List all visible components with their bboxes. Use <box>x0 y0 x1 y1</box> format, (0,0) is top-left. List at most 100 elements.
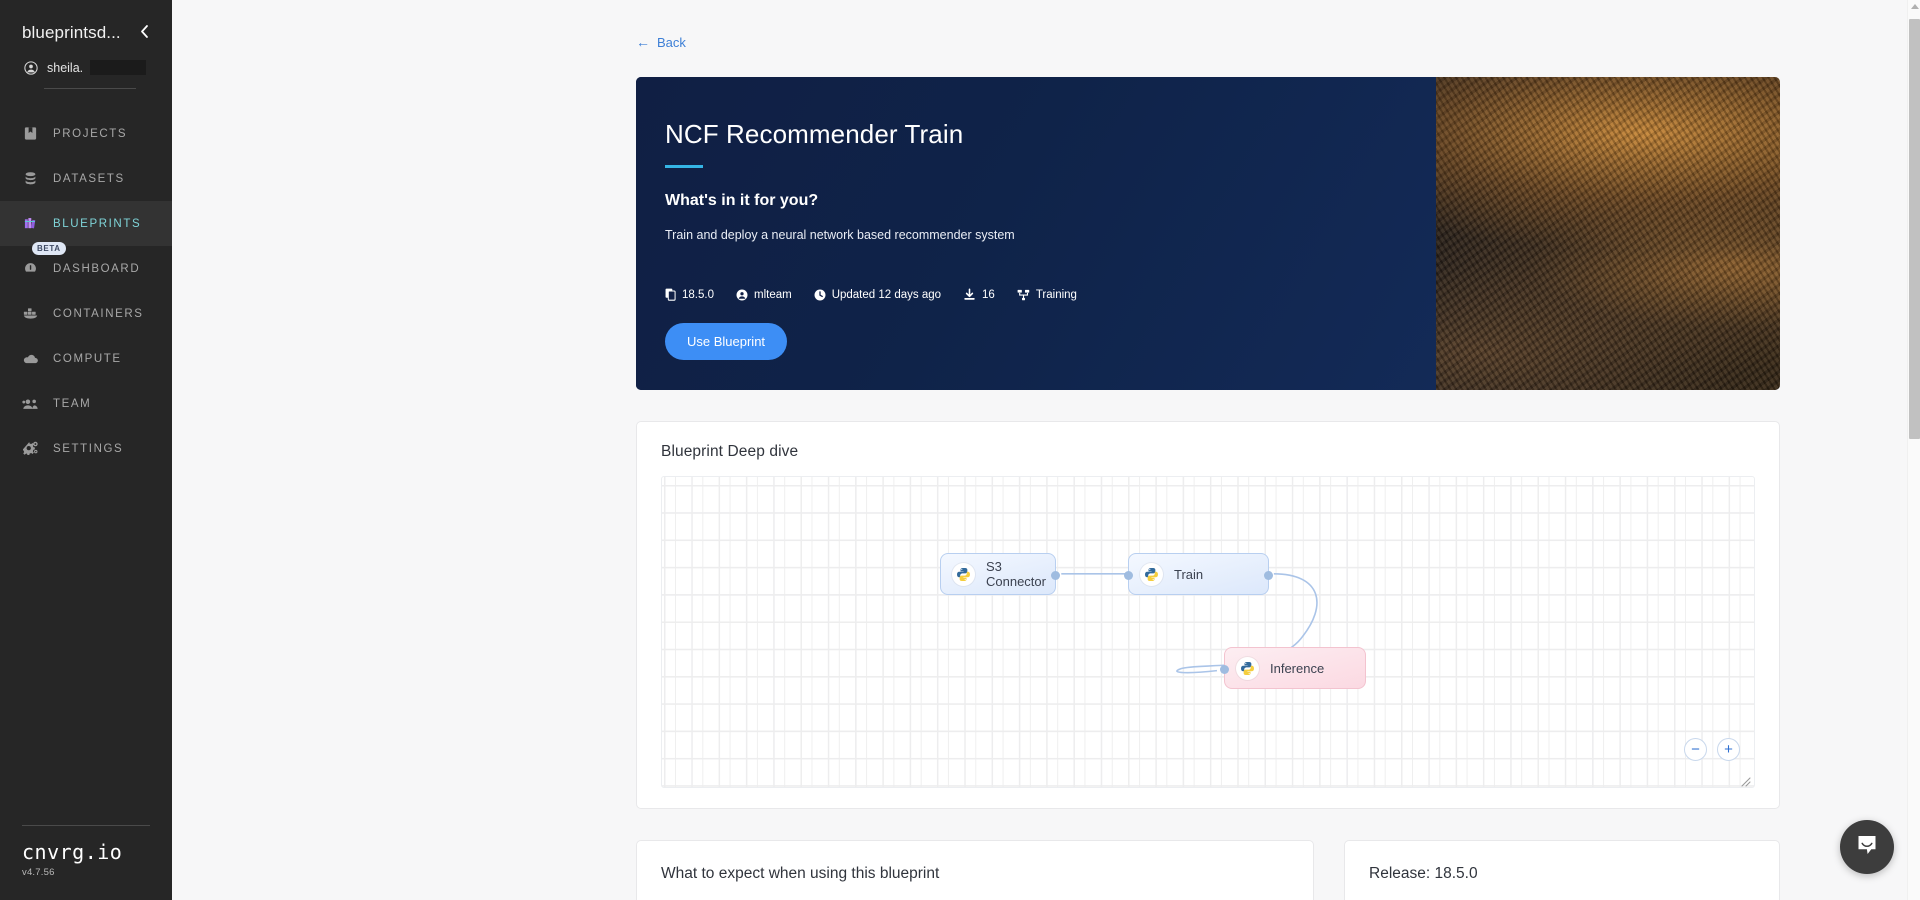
node-output-port[interactable] <box>1264 571 1273 580</box>
meta-updated: Updated 12 days ago <box>814 289 941 301</box>
flow-node-label: Inference <box>1270 660 1325 676</box>
release-title: Release: 18.5.0 <box>1369 865 1478 882</box>
main-inner: ← Back NCF Recommender Train What's in i… <box>172 0 1920 900</box>
back-link[interactable]: ← Back <box>636 35 686 50</box>
sidebar-item-settings[interactable]: SETTINGS <box>0 426 172 471</box>
blueprint-hero: NCF Recommender Train What's in it for y… <box>636 77 1780 390</box>
app-version: v4.7.56 <box>22 867 55 878</box>
user-row[interactable]: sheila. <box>22 60 154 75</box>
node-input-port[interactable] <box>1220 665 1229 674</box>
sidebar-footer: cnvrg.io v4.7.56 <box>0 825 172 900</box>
page-scrollbar[interactable] <box>1907 0 1920 900</box>
bottom-cards-row: What to expect when using this blueprint… <box>636 840 1780 900</box>
footer-divider <box>22 825 150 826</box>
sidebar-item-label: CONTAINERS <box>53 307 144 320</box>
meta-owner-text: mlteam <box>753 288 792 301</box>
zoom-out-button[interactable]: − <box>1684 738 1707 761</box>
content-column: NCF Recommender Train What's in it for y… <box>636 77 1780 900</box>
deep-dive-card: Blueprint Deep dive S3 Connector Train I… <box>636 421 1780 809</box>
page-title: NCF Recommender Train <box>665 119 964 149</box>
datasets-icon <box>22 171 39 186</box>
org-name[interactable]: blueprintsd... <box>22 23 121 43</box>
flow-node-inference[interactable]: Inference <box>1220 647 1366 689</box>
dashboard-icon <box>22 261 39 276</box>
sidebar-collapse-icon[interactable] <box>135 22 154 44</box>
sitemap-icon <box>1017 289 1030 301</box>
node-output-port[interactable] <box>1051 571 1060 580</box>
flow-node-train[interactable]: Train <box>1124 553 1273 595</box>
user-name-redacted <box>90 60 147 75</box>
canvas-wrapper: S3 Connector Train Inference − + <box>637 461 1779 808</box>
canvas-resize-handle[interactable] <box>1741 774 1751 787</box>
what-to-expect-title: What to expect when using this blueprint <box>661 865 940 882</box>
node-input-port[interactable] <box>1124 571 1133 580</box>
meta-version-text: 18.5.0 <box>682 288 714 301</box>
sidebar-divider <box>44 88 136 89</box>
meta-type: Training <box>1017 289 1077 301</box>
deep-dive-title: Blueprint Deep dive <box>661 443 799 460</box>
sidebar-item-label: PROJECTS <box>53 127 128 140</box>
flow-node-label: Train <box>1174 566 1204 582</box>
use-blueprint-button[interactable]: Use Blueprint <box>665 323 788 360</box>
main-content: ← Back NCF Recommender Train What's in i… <box>172 0 1920 900</box>
hero-description: Train and deploy a neural network based … <box>665 228 1015 242</box>
sidebar-item-label: TEAM <box>53 397 92 410</box>
release-card: Release: 18.5.0 <box>1344 840 1780 900</box>
meta-version: 18.5.0 <box>665 288 714 301</box>
sidebar-item-dashboard[interactable]: DASHBOARD <box>0 246 172 291</box>
sidebar-nav: PROJECTS DATASETS BETA BLUEPRINTS DASHBO… <box>0 111 172 471</box>
python-icon <box>1236 656 1259 680</box>
download-icon <box>963 288 976 301</box>
sidebar-item-compute[interactable]: COMPUTE <box>0 336 172 381</box>
meta-updated-text: Updated 12 days ago <box>831 288 942 301</box>
meta-downloads: 16 <box>963 288 995 301</box>
hero-subtitle: What's in it for you? <box>665 192 819 209</box>
sidebar: blueprintsd... sheila. PROJECTS DATASETS… <box>0 0 172 900</box>
clock-icon <box>814 289 826 301</box>
back-arrow-icon: ← <box>636 34 650 50</box>
chat-launcher-button[interactable] <box>1840 820 1894 874</box>
flow-node-s3-connector[interactable]: S3 Connector <box>940 553 1060 595</box>
meta-downloads-text: 16 <box>982 288 995 301</box>
sidebar-item-label: SETTINGS <box>53 442 124 455</box>
sidebar-item-datasets[interactable]: DATASETS <box>0 156 172 201</box>
avatar-icon <box>24 60 38 75</box>
flow-canvas[interactable]: S3 Connector Train Inference − + <box>661 476 1755 788</box>
sidebar-item-label: COMPUTE <box>53 352 122 365</box>
sidebar-brand-row: blueprintsd... <box>22 22 154 44</box>
canvas-zoom-controls: − + <box>1684 738 1740 761</box>
chat-bubble-icon <box>1854 832 1880 863</box>
hero-meta-row: 18.5.0 mlteam Updated 12 days ago 16 Tra… <box>665 288 1436 301</box>
flow-edges <box>1061 573 1318 674</box>
app-root: blueprintsd... sheila. PROJECTS DATASETS… <box>0 0 1920 900</box>
settings-icon <box>22 441 39 456</box>
sidebar-item-label: BLUEPRINTS <box>53 217 142 230</box>
sidebar-item-label: DATASETS <box>53 172 125 185</box>
sidebar-item-containers[interactable]: CONTAINERS <box>0 291 172 336</box>
cnvrg-logo: cnvrg.io <box>22 840 123 864</box>
containers-icon <box>22 307 39 320</box>
sidebar-item-team[interactable]: TEAM <box>0 381 172 426</box>
copy-icon <box>665 288 676 301</box>
meta-owner: mlteam <box>736 289 792 301</box>
scrollbar-thumb[interactable] <box>1909 19 1920 439</box>
what-to-expect-card: What to expect when using this blueprint <box>636 840 1314 900</box>
meta-type-text: Training <box>1035 288 1077 301</box>
sidebar-header: blueprintsd... sheila. <box>0 0 172 89</box>
sidebar-item-projects[interactable]: PROJECTS <box>0 111 172 156</box>
zoom-in-button[interactable]: + <box>1717 738 1740 761</box>
scroll-up-arrow-icon[interactable] <box>1911 4 1919 9</box>
python-icon <box>952 562 975 586</box>
sidebar-item-blueprints[interactable]: BETA BLUEPRINTS <box>0 201 172 255</box>
back-label: Back <box>657 34 686 50</box>
flow-node-label: S3 Connector <box>986 559 1046 589</box>
user-name: sheila. <box>47 60 84 75</box>
team-icon <box>22 398 39 410</box>
title-accent-bar <box>665 165 703 168</box>
sidebar-item-label: DASHBOARD <box>53 262 141 275</box>
user-icon <box>736 289 748 301</box>
python-icon <box>1140 562 1163 586</box>
projects-icon <box>22 126 39 141</box>
blueprints-icon: BETA <box>22 216 66 255</box>
hero-text-panel: NCF Recommender Train What's in it for y… <box>636 77 1436 390</box>
